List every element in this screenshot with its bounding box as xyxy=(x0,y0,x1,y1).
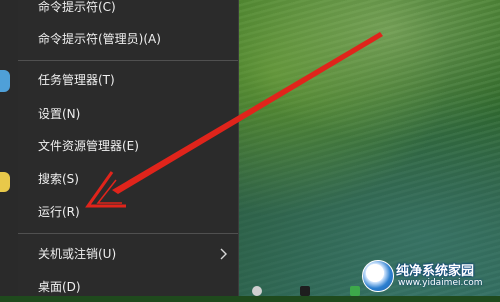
taskbar-icon[interactable] xyxy=(252,286,262,296)
watermark-url: www.yidaimei.com xyxy=(398,278,483,288)
watermark-title: 纯净系统家园 xyxy=(396,264,475,279)
annotation-arrow xyxy=(85,32,383,208)
watermark-logo-icon xyxy=(362,260,394,292)
site-watermark: 纯净系统家园 www.yidaimei.com xyxy=(362,256,498,294)
taskbar-icon[interactable] xyxy=(300,286,310,296)
taskbar-icon[interactable] xyxy=(350,286,360,296)
